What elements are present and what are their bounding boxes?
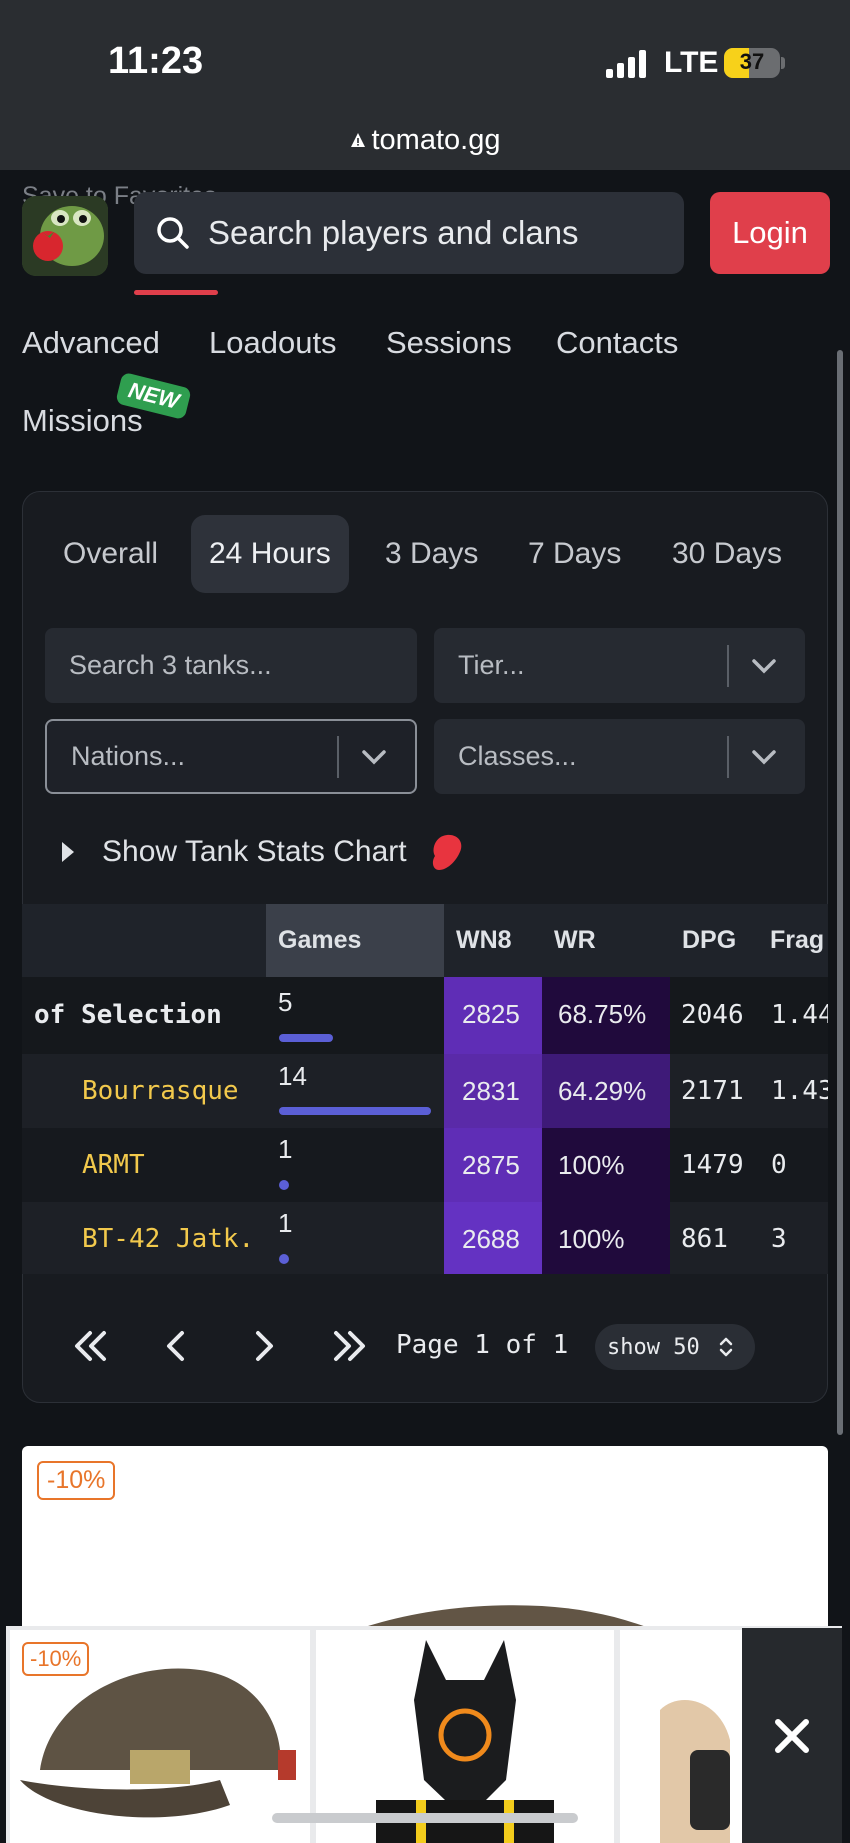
wn8-cell: 2825 [444, 977, 542, 1054]
nav-advanced[interactable]: Advanced [22, 325, 160, 361]
period-tab-3-days[interactable]: 3 Days [367, 515, 496, 593]
tank-search-input[interactable] [69, 650, 369, 681]
battery-tip [781, 57, 785, 69]
dpg-cell: 1479 [681, 1150, 744, 1180]
frags-cell: 1.44 [771, 1000, 828, 1030]
home-indicator [272, 1813, 578, 1823]
show-tank-stats-chart-toggle[interactable]: Show Tank Stats Chart [60, 830, 465, 874]
tank-stats-table: Games WN8 WR DPG Frag of Selection 5 282… [22, 904, 828, 1274]
caret-right-icon [62, 842, 74, 862]
column-wn8[interactable]: WN8 [444, 904, 542, 977]
tank-name[interactable]: Bourrasque [82, 1054, 239, 1128]
games-count: 14 [278, 1061, 307, 1091]
show-tank-stats-chart-label: Show Tank Stats Chart [102, 835, 407, 868]
discount-badge: -10% [37, 1461, 116, 1500]
page-size-label: show [607, 1334, 660, 1360]
chevron-down-icon [362, 749, 386, 764]
dpg-cell: 2046 [681, 1000, 744, 1030]
period-tab-overall[interactable]: Overall [45, 515, 176, 593]
nations-select[interactable]: Nations... [45, 719, 417, 794]
tank-name[interactable]: BT-42 Jatk. [82, 1202, 254, 1274]
player-search-bar[interactable] [134, 192, 684, 274]
ad-item-mask[interactable] [316, 1630, 614, 1843]
period-tab-30-days[interactable]: 30 Days [654, 515, 800, 593]
ad-item-cap[interactable]: -10% [10, 1630, 310, 1843]
active-tab-indicator [134, 290, 218, 295]
wr-cell: 64.29% [542, 1054, 670, 1128]
discount-badge: -10% [22, 1642, 90, 1676]
page-scrollbar[interactable] [837, 350, 843, 1435]
games-count: 1 [278, 1134, 293, 1164]
classes-select-label: Classes... [458, 741, 577, 771]
dpg-cell: 2171 [681, 1076, 744, 1106]
url-text: tomato.gg [371, 124, 501, 156]
frags-cell: 1.43 [771, 1076, 828, 1106]
tank-name[interactable]: ARMT [82, 1128, 145, 1202]
frog-icon [22, 196, 108, 276]
battery-level: 37 [739, 49, 765, 74]
nations-select-label: Nations... [71, 741, 186, 771]
last-page-icon[interactable] [324, 1321, 374, 1371]
frags-cell: 3 [771, 1224, 787, 1254]
chevron-down-icon [752, 749, 776, 764]
period-tab-7-days[interactable]: 7 Days [510, 515, 639, 593]
tier-select[interactable]: Tier... [434, 628, 805, 703]
warning-icon [350, 133, 365, 147]
wr-cell: 100% [542, 1128, 670, 1202]
chevron-down-icon [752, 658, 776, 673]
games-dot [279, 1254, 289, 1264]
period-tab-24-hours[interactable]: 24 Hours [191, 515, 349, 593]
mask-thumbnail [376, 1640, 554, 1843]
next-page-icon[interactable] [238, 1321, 288, 1371]
tank-search-field[interactable] [45, 628, 417, 703]
games-count: 5 [278, 987, 293, 1017]
sort-arrows-icon [719, 1337, 732, 1357]
login-button[interactable]: Login [710, 192, 830, 274]
page-size-value: 50 [673, 1334, 700, 1360]
games-count: 1 [278, 1208, 293, 1238]
tank-name: of Selection [34, 1000, 222, 1030]
wr-cell: 68.75% [542, 977, 670, 1054]
column-games[interactable]: Games [266, 904, 444, 977]
page-indicator: Page 1 of 1 [396, 1330, 569, 1360]
url-bar[interactable]: tomato.gg [0, 124, 850, 157]
ad-close-button[interactable] [742, 1628, 842, 1843]
clock: 11:23 [108, 40, 204, 82]
wn8-cell: 2688 [444, 1202, 542, 1274]
nav-sessions[interactable]: Sessions [386, 325, 512, 361]
tier-select-label: Tier... [458, 650, 525, 680]
previous-page-icon[interactable] [152, 1321, 202, 1371]
search-icon [157, 217, 189, 249]
search-input[interactable] [208, 214, 678, 252]
first-page-icon[interactable] [66, 1321, 116, 1371]
column-wr[interactable]: WR [542, 904, 670, 977]
wn8-cell: 2875 [444, 1128, 542, 1202]
dpg-cell: 861 [681, 1224, 728, 1254]
close-icon [775, 1718, 809, 1753]
classes-select[interactable]: Classes... [434, 719, 805, 794]
page-size-select[interactable]: show 50 [595, 1324, 755, 1370]
frags-cell: 0 [771, 1150, 787, 1180]
column-frags[interactable]: Frag [758, 904, 828, 977]
product-thumbnail [660, 1700, 730, 1843]
ad-item-partial[interactable] [620, 1630, 750, 1843]
wn8-cell: 2831 [444, 1054, 542, 1128]
battery-icon: 37 [724, 48, 780, 78]
nav-loadouts[interactable]: Loadouts [209, 325, 337, 361]
tomato-splash-icon [432, 834, 461, 870]
nav-contacts[interactable]: Contacts [556, 325, 678, 361]
games-bar [279, 1107, 431, 1115]
wr-cell: 100% [542, 1202, 670, 1274]
signal-icon [606, 50, 648, 78]
network-type: LTE [664, 46, 719, 79]
tomato-logo[interactable] [22, 196, 108, 276]
column-dpg[interactable]: DPG [670, 904, 758, 977]
status-bar: 11:23 LTE 37 tomato.gg [0, 0, 850, 170]
nav-missions[interactable]: Missions [22, 403, 143, 439]
ad-carousel: -10% [6, 1626, 842, 1843]
